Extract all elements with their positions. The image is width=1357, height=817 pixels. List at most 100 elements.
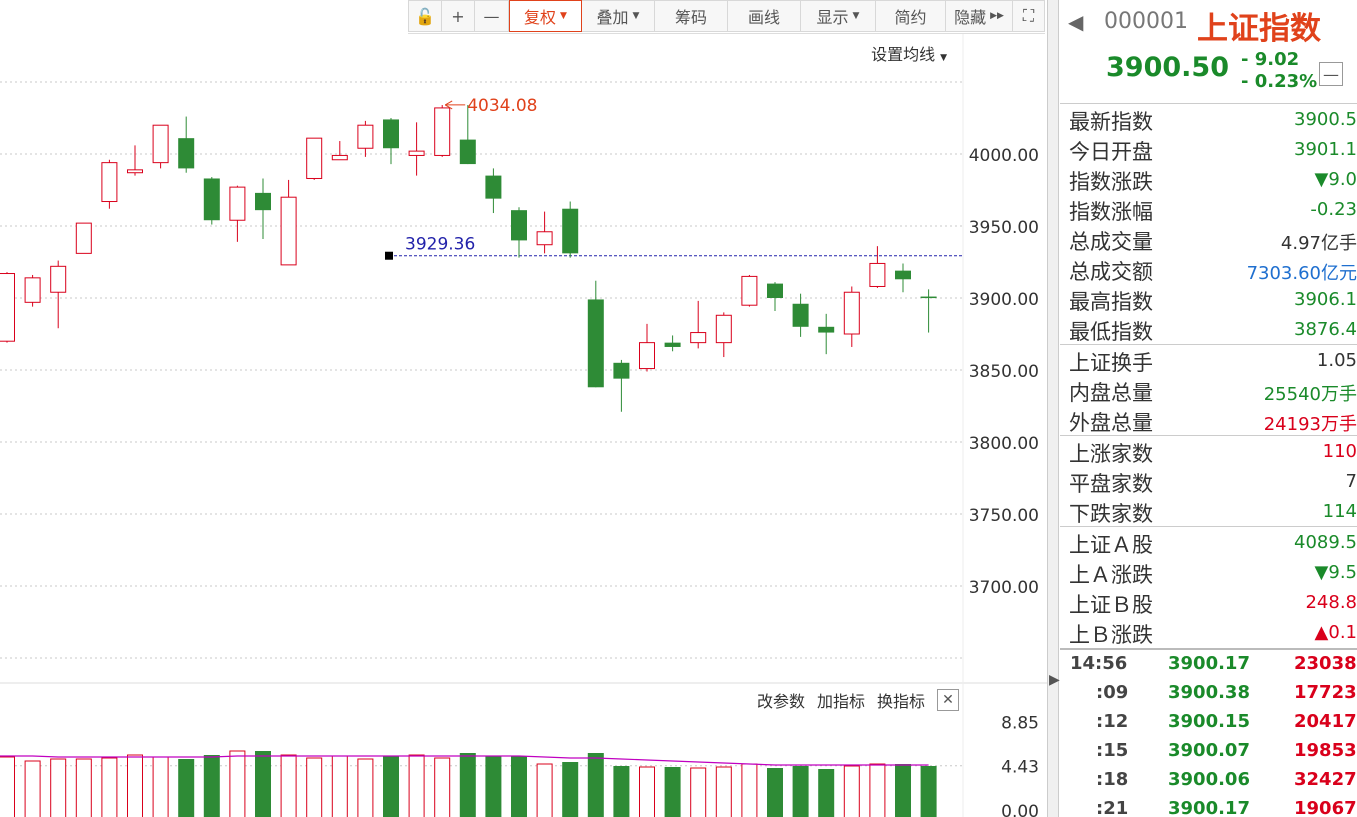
candle-body bbox=[920, 296, 937, 299]
stat-value: 114 bbox=[1322, 501, 1357, 522]
volume-bar bbox=[895, 764, 911, 817]
candle-body bbox=[178, 138, 195, 169]
stat-value: 248.8 bbox=[1305, 592, 1357, 613]
tick-list[interactable]: 14:56 3900.17 230389:09 3900.38 177231:12 390… bbox=[1060, 648, 1357, 817]
xianshi-button[interactable]: 显示 ▼ bbox=[801, 0, 876, 32]
panel-splitter[interactable] bbox=[1047, 0, 1059, 817]
candle-body bbox=[383, 119, 399, 149]
candle-body bbox=[792, 303, 809, 327]
zoom-out-button[interactable]: — bbox=[475, 0, 509, 32]
candle bbox=[690, 300, 707, 349]
fuquan-button[interactable]: 复权 ▼ bbox=[509, 0, 582, 32]
tick-volume: 324271 bbox=[1294, 769, 1357, 790]
candle bbox=[536, 211, 553, 254]
high-marker-label: 4034.08 bbox=[467, 96, 537, 116]
stat-row: 平盘家数 7 bbox=[1060, 466, 1357, 496]
stat-label: 今日开盘 bbox=[1069, 140, 1153, 164]
candle-body bbox=[664, 342, 681, 347]
volume-y-tick-label: 8.85 bbox=[1001, 714, 1039, 734]
y-tick-label: 3700.00 bbox=[969, 578, 1039, 598]
xianshi-label: 显示 bbox=[816, 8, 849, 27]
candle-body bbox=[895, 270, 911, 280]
huaxian-button[interactable]: 画线 bbox=[728, 0, 801, 32]
y-tick-label: 3950.00 bbox=[969, 218, 1039, 238]
stat-label: 总成交量 bbox=[1069, 230, 1153, 254]
candle bbox=[383, 118, 399, 165]
stat-row: 外盘总量 24193万手 bbox=[1060, 405, 1357, 435]
change-params-button[interactable]: 改参数 bbox=[757, 688, 805, 712]
yincang-button[interactable]: 隐藏 ▶▶ bbox=[946, 0, 1013, 32]
volume-bar bbox=[843, 765, 860, 817]
stat-label: 最高指数 bbox=[1069, 290, 1153, 314]
stock-name: 上证指数 bbox=[1197, 11, 1321, 47]
stat-label: 内盘总量 bbox=[1069, 381, 1153, 405]
stat-value: 3901.1 bbox=[1294, 139, 1357, 160]
stat-row: 总成交额 7303.60亿元 bbox=[1060, 254, 1357, 284]
candle bbox=[485, 168, 502, 214]
tick-time: :18 bbox=[1096, 769, 1129, 790]
volume-bar bbox=[127, 754, 143, 817]
stat-label: 上证Ａ股 bbox=[1069, 533, 1153, 557]
candle-body bbox=[408, 150, 425, 156]
diejia-button[interactable]: 叠加 ▼ bbox=[582, 0, 655, 32]
volume-bar bbox=[434, 757, 451, 817]
chouma-button[interactable]: 筹码 bbox=[655, 0, 728, 32]
candle bbox=[664, 335, 681, 352]
stat-value: 7303.60亿元 bbox=[1246, 263, 1357, 284]
candle bbox=[0, 272, 15, 343]
volume-bar bbox=[178, 759, 195, 817]
stat-row: 上涨家数 110 bbox=[1060, 435, 1357, 466]
volume-bar bbox=[741, 763, 758, 817]
stat-value: ▼9.5 bbox=[1314, 562, 1357, 583]
lock-button[interactable]: 🔓 bbox=[408, 0, 442, 32]
candle bbox=[75, 222, 92, 254]
chouma-label: 筹码 bbox=[674, 8, 707, 27]
stat-label: 最低指数 bbox=[1069, 320, 1153, 344]
candle bbox=[24, 274, 41, 307]
tick-row: :09 3900.38 177231 bbox=[1060, 679, 1357, 708]
candle-body bbox=[511, 210, 527, 241]
volume-bar bbox=[50, 758, 67, 817]
stat-value: 110 bbox=[1322, 441, 1357, 462]
candle-body bbox=[485, 175, 502, 199]
fullscreen-button[interactable]: ⛶ bbox=[1013, 0, 1045, 32]
tick-price: 3900.17 bbox=[1168, 798, 1250, 817]
collapse-button[interactable]: — bbox=[1319, 62, 1343, 86]
candle-body bbox=[229, 186, 246, 221]
candle-body bbox=[306, 137, 323, 179]
add-indicator-button[interactable]: 加指标 bbox=[817, 688, 865, 712]
stat-label: 上涨家数 bbox=[1069, 442, 1153, 466]
stat-row: 上Ａ涨跌 ▼9.5 bbox=[1060, 557, 1357, 587]
candle-body bbox=[767, 283, 783, 298]
tick-volume: 230389 bbox=[1294, 653, 1357, 674]
tick-volume: 204178 bbox=[1294, 711, 1357, 732]
kline-chart-area[interactable]: 4000.00 3950.00 3900.00 3850.00 3800.00 3750.… bbox=[0, 0, 1047, 817]
volume-bar bbox=[255, 751, 271, 817]
ma-setting-dropdown[interactable]: 设置均线 ▼ bbox=[871, 41, 947, 65]
stat-label: 外盘总量 bbox=[1069, 411, 1153, 435]
back-arrow-icon[interactable]: ◀ bbox=[1068, 10, 1083, 34]
switch-indicator-button[interactable]: 换指标 bbox=[877, 688, 925, 712]
tick-price: 3900.15 bbox=[1168, 711, 1250, 732]
stat-row: 总成交量 4.97亿手 bbox=[1060, 224, 1357, 254]
close-icon[interactable]: ✕ bbox=[937, 689, 959, 711]
stat-row: 上证Ｂ股 248.8 bbox=[1060, 587, 1357, 617]
y-tick-label: 3750.00 bbox=[969, 506, 1039, 526]
jianyue-button[interactable]: 简约 bbox=[876, 0, 946, 32]
minus-icon: — bbox=[483, 6, 500, 26]
stat-value: ▼9.0 bbox=[1314, 169, 1357, 190]
zoom-in-button[interactable]: + bbox=[442, 0, 475, 32]
tick-price: 3900.17 bbox=[1168, 653, 1250, 674]
jianyue-label: 简约 bbox=[894, 8, 927, 27]
volume-bar bbox=[203, 755, 220, 817]
price-line-handle bbox=[385, 251, 393, 260]
collapse-arrow-icon[interactable]: ▶ bbox=[1049, 672, 1060, 688]
volume-bar bbox=[152, 756, 169, 817]
candle bbox=[357, 120, 374, 157]
volume-bar bbox=[690, 767, 707, 817]
candle bbox=[741, 274, 758, 307]
candle bbox=[562, 201, 579, 258]
candle-body bbox=[715, 314, 732, 344]
stat-value: 7 bbox=[1345, 471, 1357, 492]
candle bbox=[203, 177, 220, 225]
